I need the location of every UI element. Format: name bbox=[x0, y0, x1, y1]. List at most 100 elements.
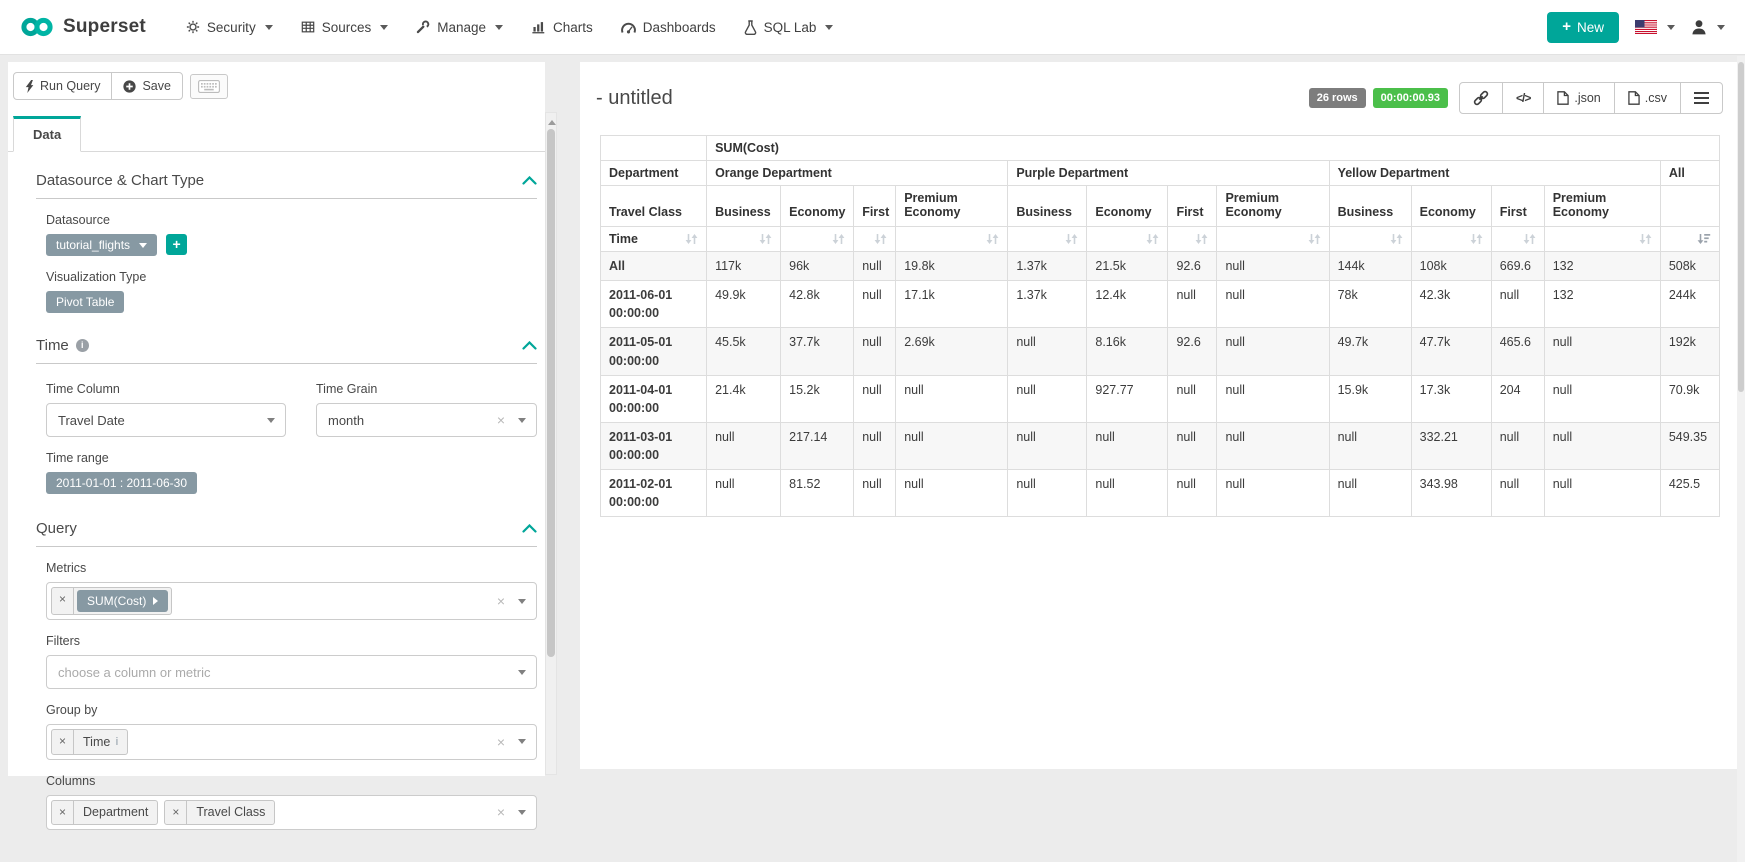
sort-header[interactable] bbox=[1491, 227, 1544, 252]
data-cell: 17.1k bbox=[896, 281, 1008, 328]
nav-item-charts[interactable]: Charts bbox=[517, 0, 607, 54]
info-icon: i bbox=[76, 339, 89, 352]
clear-icon[interactable]: × bbox=[497, 735, 505, 749]
data-cell: 12.4k bbox=[1087, 281, 1168, 328]
gear-icon bbox=[186, 20, 200, 34]
sort-header[interactable] bbox=[1544, 227, 1660, 252]
metrics-select[interactable]: ×SUM(Cost) × bbox=[46, 582, 537, 620]
option-label: SUM(Cost) bbox=[74, 588, 171, 614]
data-cell: 465.6 bbox=[1491, 328, 1544, 375]
page-scrollbar[interactable] bbox=[1737, 56, 1745, 862]
chevron-up-icon[interactable] bbox=[522, 341, 537, 350]
data-cell: 17.3k bbox=[1411, 375, 1491, 422]
clear-icon[interactable]: × bbox=[497, 594, 505, 608]
scrollbar-thumb[interactable] bbox=[547, 129, 555, 657]
chevron-down-icon[interactable] bbox=[267, 418, 275, 423]
sort-header[interactable] bbox=[1087, 227, 1168, 252]
nav-item-security[interactable]: Security bbox=[172, 0, 287, 54]
datasource-token[interactable]: tutorial_flights bbox=[46, 234, 157, 256]
chevron-down-icon[interactable] bbox=[518, 670, 526, 675]
scrollbar-thumb[interactable] bbox=[1738, 62, 1744, 392]
nav-item-sql-lab[interactable]: SQL Lab bbox=[730, 0, 848, 54]
chevron-down-icon[interactable] bbox=[518, 739, 526, 744]
section-header[interactable]: Datasource & Chart Type bbox=[36, 172, 537, 199]
nav-item-manage[interactable]: Manage bbox=[402, 0, 517, 54]
time-column-select[interactable]: Travel Date bbox=[46, 403, 286, 437]
time-range-token[interactable]: 2011-01-01 : 2011-06-30 bbox=[46, 472, 197, 494]
clear-icon[interactable]: × bbox=[497, 805, 505, 819]
chart-header: - untitled 26 rows 00:00:00.93 bbox=[580, 62, 1737, 114]
data-cell: 108k bbox=[1411, 252, 1491, 281]
data-cell: null bbox=[854, 328, 896, 375]
data-cell: 244k bbox=[1660, 281, 1719, 328]
view-query-button[interactable]: </> bbox=[1502, 82, 1544, 114]
section-header[interactable]: Query bbox=[36, 520, 537, 547]
hamburger-menu-icon bbox=[1694, 92, 1709, 104]
flask-icon bbox=[744, 20, 757, 35]
save-label: Save bbox=[142, 79, 171, 93]
metric-token[interactable]: SUM(Cost) bbox=[77, 590, 168, 612]
keyboard-shortcuts-button[interactable] bbox=[190, 74, 228, 99]
data-cell: 508k bbox=[1660, 252, 1719, 281]
add-datasource-button[interactable]: + bbox=[166, 234, 187, 255]
sort-header[interactable] bbox=[1660, 227, 1719, 252]
remove-option-icon[interactable]: × bbox=[52, 801, 74, 825]
remove-option-icon[interactable]: × bbox=[52, 730, 74, 754]
chevron-up-icon[interactable] bbox=[522, 176, 537, 185]
nav-item-label: Dashboards bbox=[643, 20, 716, 35]
scroll-up-arrow-icon[interactable] bbox=[548, 116, 556, 125]
nav-item-dashboards[interactable]: Dashboards bbox=[607, 0, 730, 54]
sort-header[interactable] bbox=[781, 227, 854, 252]
time-grain-label: Time Grain bbox=[316, 382, 537, 396]
sort-header[interactable] bbox=[896, 227, 1008, 252]
chevron-up-icon[interactable] bbox=[522, 524, 537, 533]
selected-option-department[interactable]: ×Department bbox=[51, 800, 158, 826]
chart-menu-button[interactable] bbox=[1680, 82, 1723, 114]
columns-select[interactable]: ×Department×Travel Class × bbox=[46, 795, 537, 831]
chevron-down-icon[interactable] bbox=[518, 599, 526, 604]
tab-data[interactable]: Data bbox=[13, 116, 81, 152]
data-cell: 15.9k bbox=[1329, 375, 1411, 422]
superset-logo[interactable]: Superset bbox=[20, 16, 146, 38]
sort-header[interactable] bbox=[1329, 227, 1411, 252]
filters-select[interactable]: choose a column or metric bbox=[46, 655, 537, 689]
sort-header[interactable] bbox=[854, 227, 896, 252]
share-link-button[interactable] bbox=[1459, 82, 1503, 114]
groupby-select[interactable]: ×Timei × bbox=[46, 724, 537, 760]
section-title: Time bbox=[36, 337, 69, 354]
sort-icon bbox=[1308, 233, 1321, 245]
selected-option-travel-class[interactable]: ×Travel Class bbox=[164, 800, 275, 826]
sort-header[interactable] bbox=[1411, 227, 1491, 252]
user-menu[interactable] bbox=[1691, 19, 1725, 35]
save-button[interactable]: Save bbox=[111, 72, 183, 100]
visualization-type-token[interactable]: Pivot Table bbox=[46, 291, 124, 313]
sort-icon bbox=[1390, 233, 1403, 245]
export-csv-button[interactable]: .csv bbox=[1614, 82, 1681, 114]
new-button[interactable]: + New bbox=[1547, 12, 1619, 43]
sort-header[interactable] bbox=[707, 227, 781, 252]
remove-option-icon[interactable]: × bbox=[165, 801, 187, 825]
visualization-type-label: Visualization Type bbox=[46, 270, 537, 284]
section-header[interactable]: Time i bbox=[36, 337, 537, 364]
time-grain-select[interactable]: month × bbox=[316, 403, 537, 437]
remove-option-icon[interactable]: × bbox=[52, 588, 74, 614]
language-selector[interactable] bbox=[1635, 20, 1675, 34]
filters-label: Filters bbox=[46, 634, 537, 648]
sort-header[interactable] bbox=[1168, 227, 1217, 252]
sort-header[interactable] bbox=[1008, 227, 1087, 252]
run-query-button[interactable]: Run Query bbox=[13, 72, 112, 100]
chevron-down-icon[interactable] bbox=[518, 418, 526, 423]
clear-icon[interactable]: × bbox=[497, 413, 505, 427]
export-json-button[interactable]: .json bbox=[1543, 82, 1614, 114]
table-row: 2011-03-01 00:00:00null217.14nullnullnul… bbox=[601, 422, 1720, 469]
data-cell: null bbox=[854, 375, 896, 422]
chevron-down-icon[interactable] bbox=[518, 810, 526, 815]
time-sort-header[interactable]: Time bbox=[601, 227, 707, 252]
selected-option-sum-cost-[interactable]: ×SUM(Cost) bbox=[51, 587, 172, 615]
sort-header[interactable] bbox=[1217, 227, 1329, 252]
row-header: 2011-06-01 00:00:00 bbox=[601, 281, 707, 328]
nav-item-sources[interactable]: Sources bbox=[287, 0, 403, 54]
new-button-label: New bbox=[1577, 20, 1604, 35]
selected-option-time[interactable]: ×Timei bbox=[51, 729, 128, 755]
controls-scrollbar[interactable] bbox=[545, 112, 557, 775]
